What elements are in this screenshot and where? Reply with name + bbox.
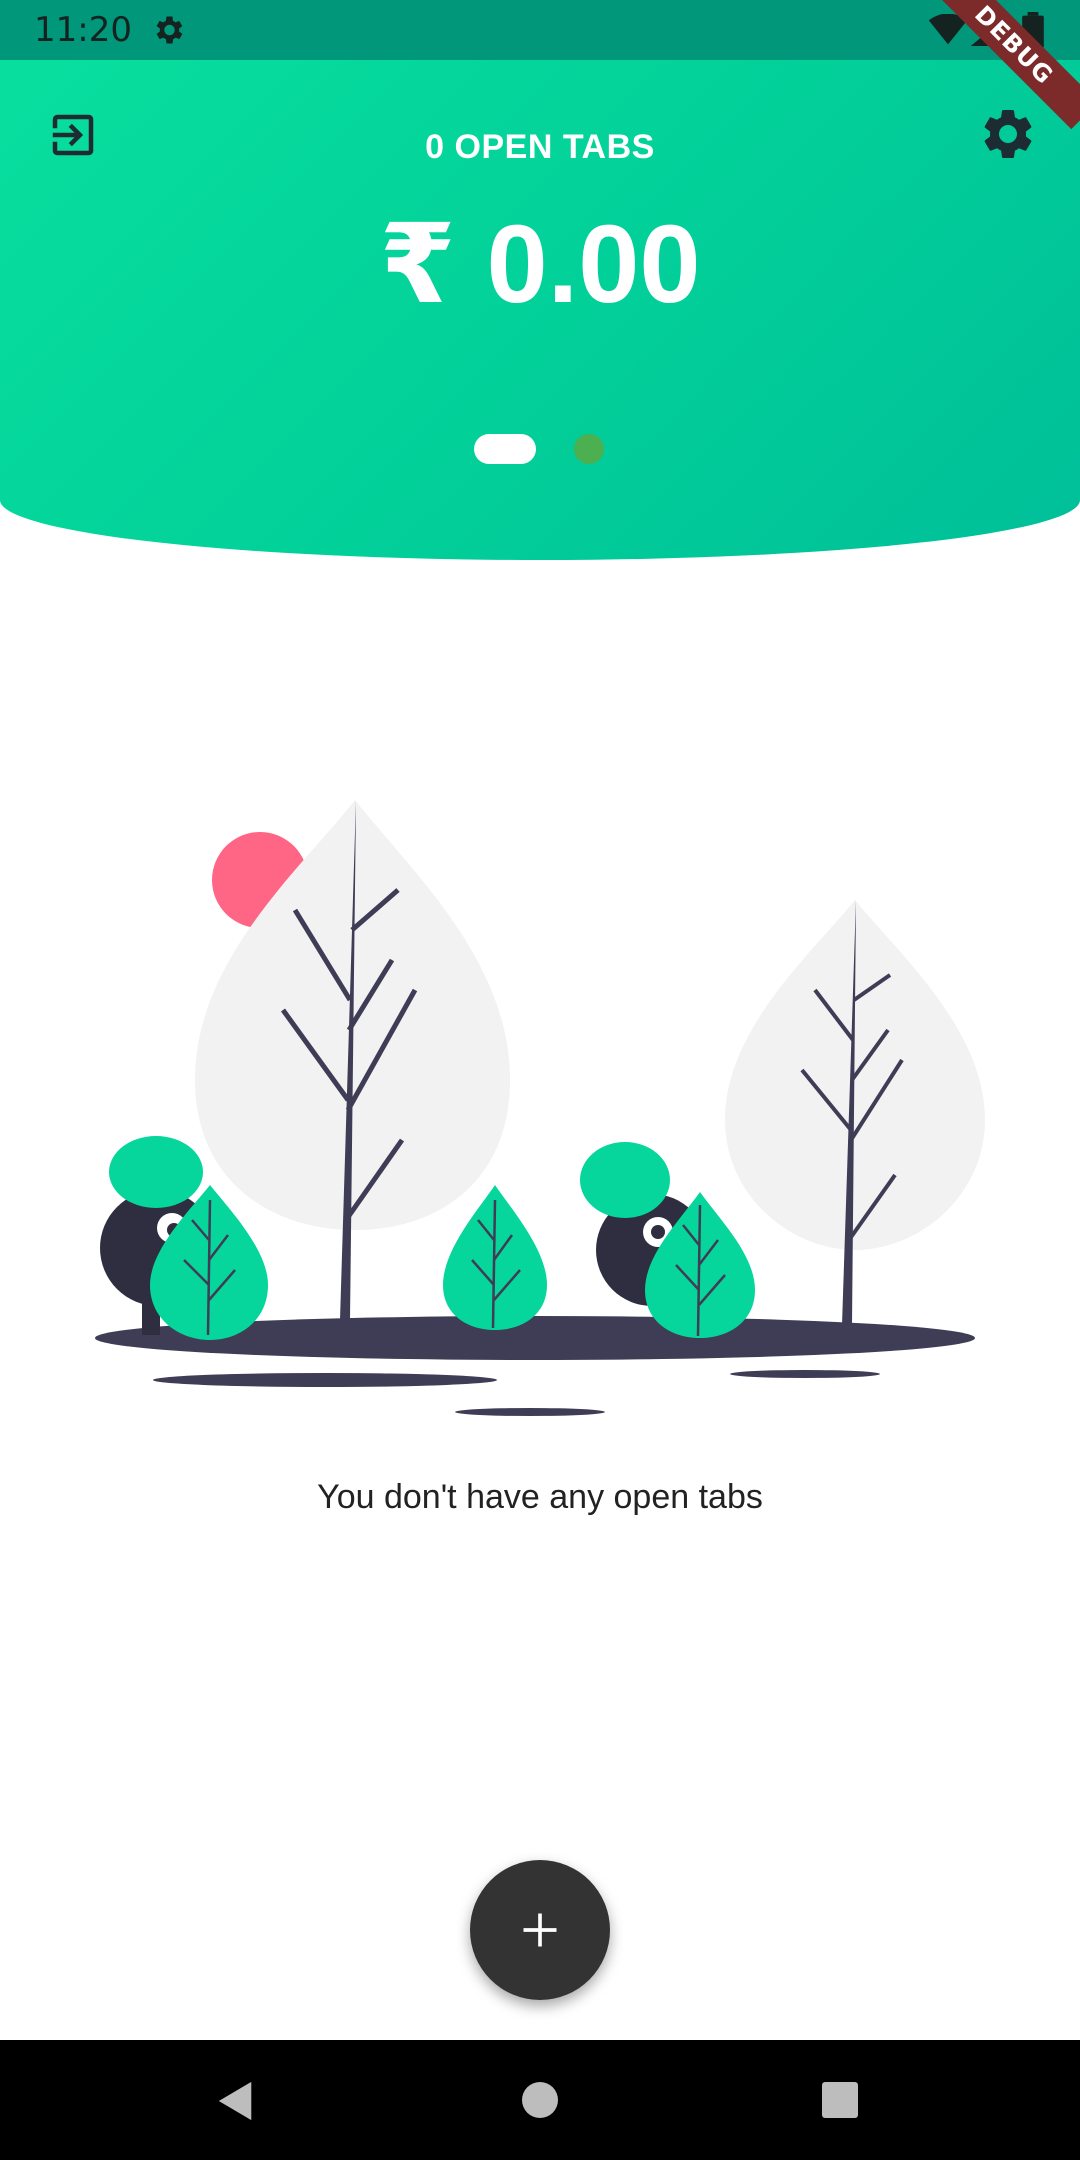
recents-icon[interactable] (822, 2082, 858, 2118)
gear-icon[interactable] (978, 104, 1038, 164)
home-icon[interactable] (522, 2082, 558, 2118)
ground-shadow-small-2 (455, 1408, 605, 1416)
page-dot-inactive[interactable] (574, 434, 604, 464)
total-amount: ₹ 0.00 (379, 203, 701, 326)
page-dot-active[interactable] (474, 434, 536, 464)
character-right-hat (580, 1142, 670, 1218)
plus-icon (523, 1913, 557, 1947)
back-icon[interactable] (216, 2080, 256, 2122)
character-left-hat (109, 1136, 203, 1208)
system-nav-bar (0, 2040, 1080, 2160)
page-indicator (0, 434, 1080, 464)
empty-state-message: You don't have any open tabs (317, 1478, 763, 1516)
header-card: 0 OPEN TABS ₹ 0.00 (0, 60, 1080, 560)
add-tab-button[interactable] (470, 1860, 610, 2000)
status-time: 11:20 (34, 10, 132, 50)
status-bar: 11:20 (0, 0, 1080, 60)
ground-shadow-small-1 (153, 1373, 497, 1387)
open-tabs-count: 0 OPEN TABS (425, 128, 655, 166)
ground-shadow-small-3 (730, 1370, 880, 1378)
status-settings-icon (156, 16, 183, 44)
empty-state-illustration (95, 800, 985, 1416)
